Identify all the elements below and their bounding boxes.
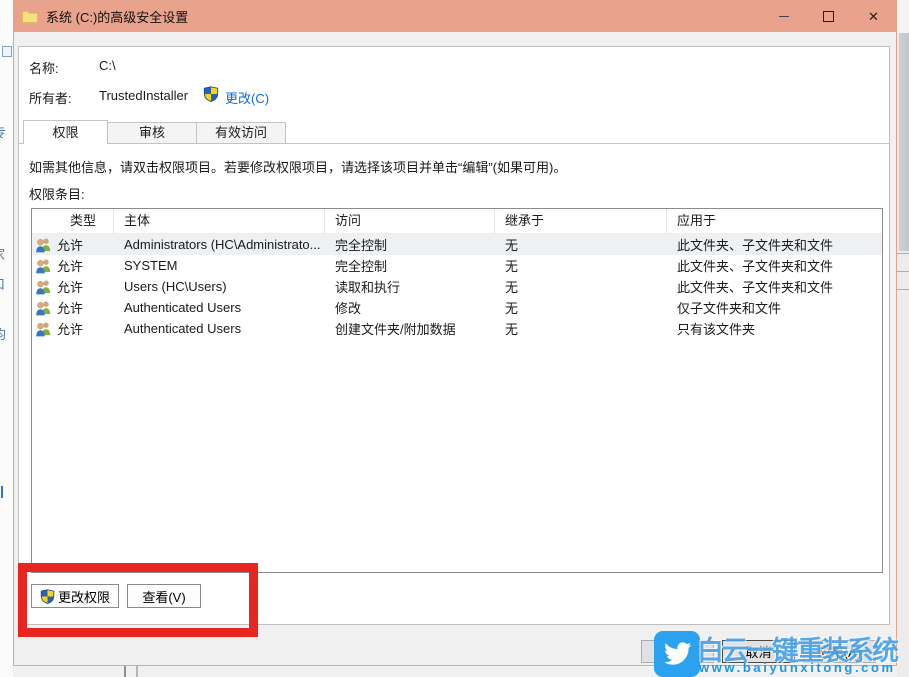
owner-label: 所有者: (29, 88, 72, 107)
cell-applies-to: 此文件夹、子文件夹和文件 (667, 256, 882, 275)
background-fragment: 口 (0, 274, 5, 293)
tab-strip: 权限 审核 有效访问 (19, 120, 889, 144)
users-icon (35, 300, 52, 316)
column-header-applies-to[interactable]: 应用于 (667, 209, 882, 233)
table-row[interactable]: 允许 Authenticated Users 创建文件夹/附加数据 无 只有该文… (32, 318, 882, 339)
background-window-right-sliver (897, 0, 909, 677)
annotation-rectangle (18, 563, 258, 637)
table-row[interactable]: 允许 Administrators (HC\Administrato... 完全… (32, 234, 882, 255)
cell-applies-to: 只有该文件夹 (667, 319, 882, 338)
divider (897, 289, 909, 290)
title-bar[interactable]: 系统 (C:)的高级安全设置 ✕ (14, 1, 896, 32)
cell-principal: Authenticated Users (114, 300, 325, 315)
background-fragment: 专 (0, 122, 6, 141)
cell-principal: Administrators (HC\Administrato... (114, 237, 325, 252)
tab-permissions[interactable]: 权限 (23, 120, 108, 144)
cell-inherited-from: 无 (495, 298, 667, 317)
cell-type-label: 允许 (57, 319, 83, 338)
background-window-left-sliver: 专 家 口 均 (0, 0, 13, 677)
cell-applies-to: 此文件夹、子文件夹和文件 (667, 235, 882, 254)
background-fragment: 均 (0, 324, 6, 343)
cell-applies-to: 仅子文件夹和文件 (667, 298, 882, 317)
column-header-inherited-from[interactable]: 继承于 (495, 209, 667, 233)
column-header-type[interactable]: 类型 (32, 209, 114, 233)
name-label: 名称: (29, 58, 59, 77)
cell-applies-to: 此文件夹、子文件夹和文件 (667, 277, 882, 296)
content-panel: 名称: C:\ 所有者: TrustedInstaller 更改(C) 权限 审… (18, 46, 890, 625)
divider (897, 271, 909, 272)
background-fragment: 家 (0, 244, 5, 263)
cell-inherited-from: 无 (495, 256, 667, 275)
cell-type: 允许 (32, 235, 114, 254)
uac-shield-icon (203, 86, 219, 102)
maximize-icon (823, 11, 834, 22)
divider (897, 253, 909, 254)
change-owner-link[interactable]: 更改(C) (225, 88, 269, 107)
table-body: 允许 Administrators (HC\Administrato... 完全… (32, 234, 882, 339)
cell-type-label: 允许 (57, 256, 83, 275)
owner-value: TrustedInstaller (99, 88, 188, 103)
close-button[interactable]: ✕ (851, 1, 896, 32)
column-header-access[interactable]: 访问 (325, 209, 495, 233)
table-header: 类型 主体 访问 继承于 应用于 (32, 209, 882, 234)
cell-inherited-from: 无 (495, 277, 667, 296)
cell-type: 允许 (32, 298, 114, 317)
permission-entries-table: 类型 主体 访问 继承于 应用于 允许 Ad (31, 208, 883, 573)
window-title: 系统 (C:)的高级安全设置 (46, 7, 188, 26)
cell-type-label: 允许 (57, 298, 83, 317)
cell-access: 修改 (325, 298, 495, 317)
screenshot-root: 专 家 口 均 系统 (C:)的高级安全设置 ✕ (0, 0, 909, 677)
background-fragment (897, 0, 909, 33)
cell-principal: Authenticated Users (114, 321, 325, 336)
cell-principal: Users (HC\Users) (114, 279, 325, 294)
tab-effective-access[interactable]: 有效访问 (196, 122, 286, 143)
cell-access: 读取和执行 (325, 277, 495, 296)
table-row[interactable]: 允许 Users (HC\Users) 读取和执行 无 此文件夹、子文件夹和文件 (32, 276, 882, 297)
cell-inherited-from: 无 (495, 319, 667, 338)
permission-entries-label: 权限条目: (29, 184, 85, 203)
twitter-icon (654, 631, 700, 677)
window-controls: ✕ (761, 1, 896, 32)
cell-principal: SYSTEM (114, 258, 325, 273)
minimize-icon (779, 16, 789, 17)
tab-auditing[interactable]: 审核 (107, 122, 197, 143)
cell-type: 允许 (32, 256, 114, 275)
maximize-button[interactable] (806, 1, 851, 32)
background-fragment (1, 486, 3, 498)
cell-inherited-from: 无 (495, 235, 667, 254)
users-icon (35, 237, 52, 253)
cell-access: 创建文件夹/附加数据 (325, 319, 495, 338)
users-icon (35, 258, 52, 274)
cell-type-label: 允许 (57, 235, 83, 254)
cell-access: 完全控制 (325, 235, 495, 254)
name-value: C:\ (99, 58, 116, 73)
minimize-button[interactable] (761, 1, 806, 32)
cell-type: 允许 (32, 319, 114, 338)
users-icon (35, 279, 52, 295)
table-row[interactable]: 允许 SYSTEM 完全控制 无 此文件夹、子文件夹和文件 (32, 255, 882, 276)
watermark-url: www.baiyunxitong.com (699, 660, 896, 675)
column-header-principal[interactable]: 主体 (114, 209, 325, 233)
table-row[interactable]: 允许 Authenticated Users 修改 无 仅子文件夹和文件 (32, 297, 882, 318)
permissions-info-text: 如需其他信息，请双击权限项目。若要修改权限项目，请选择该项目并单击“编辑”(如果… (29, 157, 566, 176)
cell-type-label: 允许 (57, 277, 83, 296)
cell-access: 完全控制 (325, 256, 495, 275)
background-fragment (2, 46, 12, 57)
divider (136, 666, 138, 677)
cell-type: 允许 (32, 277, 114, 296)
users-icon (35, 321, 52, 337)
divider (124, 666, 126, 677)
background-scrollbar (899, 33, 909, 251)
folder-icon (22, 10, 38, 23)
